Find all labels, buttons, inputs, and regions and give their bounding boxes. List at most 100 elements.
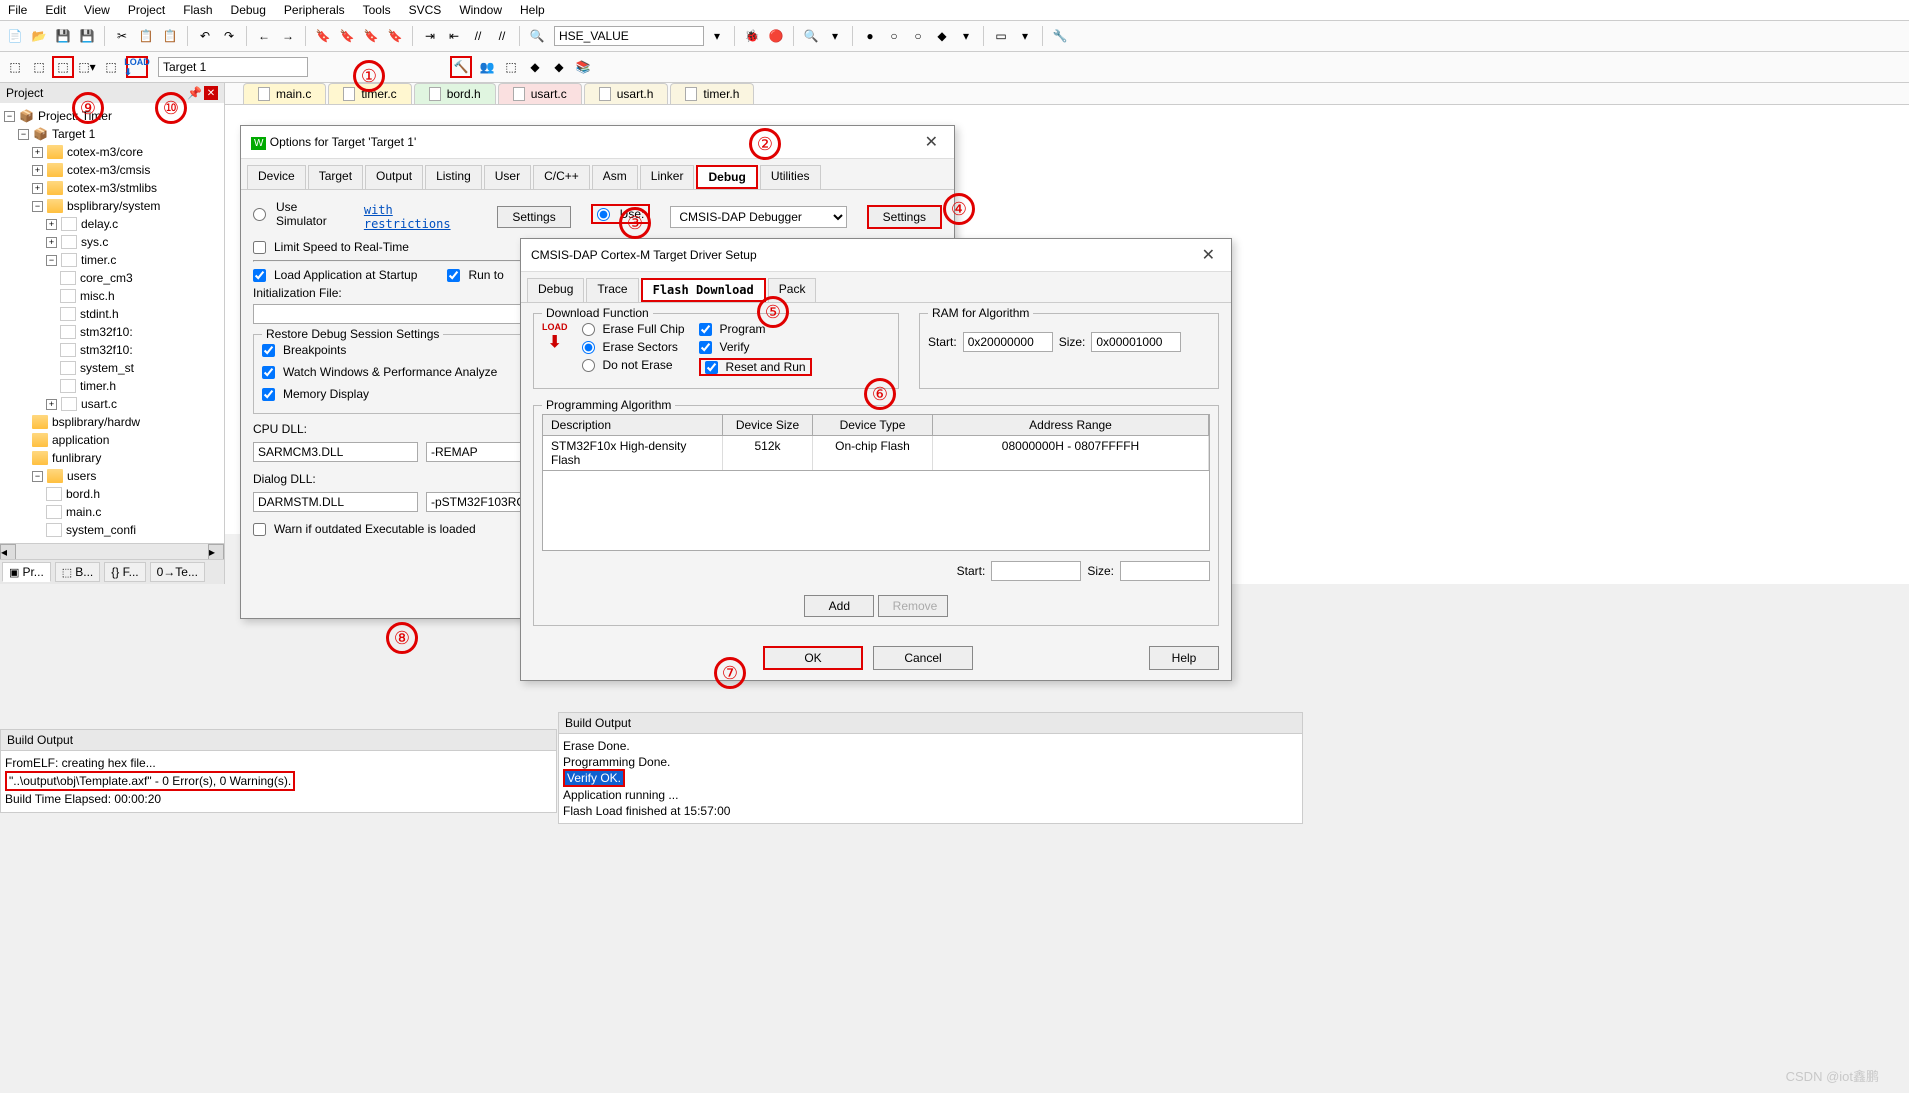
- project-tree[interactable]: −📦Project: Timer −📦Target 1 +cotex-m3/co…: [0, 103, 224, 543]
- batch-build-icon[interactable]: ⬚▾: [76, 56, 98, 78]
- pack-installer-icon[interactable]: ◆: [524, 56, 546, 78]
- tree-item[interactable]: stdint.h: [80, 307, 119, 321]
- options-icon[interactable]: 🔨: [450, 56, 472, 78]
- download-icon[interactable]: LOAD⬇: [126, 56, 148, 78]
- tree-item[interactable]: bord.h: [66, 487, 100, 501]
- menu-project[interactable]: Project: [128, 3, 165, 17]
- tree-item[interactable]: timer.h: [80, 379, 116, 393]
- tab-utilities[interactable]: Utilities: [760, 165, 821, 189]
- tree-item[interactable]: bsplibrary/system: [67, 199, 160, 213]
- find-next-icon[interactable]: ▾: [824, 25, 846, 47]
- search-input[interactable]: [554, 26, 704, 46]
- nav-fwd-icon[interactable]: →: [277, 25, 299, 47]
- menu-window[interactable]: Window: [459, 3, 502, 17]
- redo-icon[interactable]: ↷: [218, 25, 240, 47]
- add-button[interactable]: Add: [804, 595, 874, 617]
- outdent-icon[interactable]: ⇤: [443, 25, 465, 47]
- bookmark-icon[interactable]: 🔖: [312, 25, 334, 47]
- menu-help[interactable]: Help: [520, 3, 545, 17]
- tree-item[interactable]: system_confi: [66, 523, 136, 537]
- tree-item[interactable]: application: [52, 433, 109, 447]
- indent-icon[interactable]: ⇥: [419, 25, 441, 47]
- with-restrictions-link[interactable]: with restrictions: [364, 203, 477, 231]
- remove-button[interactable]: Remove: [878, 595, 948, 617]
- record-icon[interactable]: ●: [859, 25, 881, 47]
- tab-bord-h[interactable]: bord.h: [414, 83, 496, 104]
- tree-item[interactable]: stm32f10:: [80, 325, 133, 339]
- tab2-trace[interactable]: Trace: [586, 278, 638, 302]
- cut-icon[interactable]: ✂: [111, 25, 133, 47]
- algorithm-table-row[interactable]: STM32F10x High-density Flash 512k On-chi…: [542, 436, 1210, 471]
- tree-item[interactable]: core_cm3: [80, 271, 133, 285]
- config-icon[interactable]: 🔧: [1049, 25, 1071, 47]
- do-not-erase-radio[interactable]: Do not Erase: [582, 358, 685, 372]
- verify-check[interactable]: Verify: [699, 340, 812, 354]
- stop-build-icon[interactable]: ⬚: [100, 56, 122, 78]
- rebuild-icon[interactable]: ⬚: [52, 56, 74, 78]
- erase-full-radio[interactable]: Erase Full Chip: [582, 322, 685, 336]
- dialog2-help-button[interactable]: Help: [1149, 646, 1219, 670]
- step-icon[interactable]: ○: [907, 25, 929, 47]
- manage-rte-icon[interactable]: ⬚: [500, 56, 522, 78]
- dialog-dll-input[interactable]: [253, 492, 418, 512]
- btab-books[interactable]: ⬚ B...: [55, 562, 100, 582]
- tab-usart-h[interactable]: usart.h: [584, 83, 669, 104]
- tree-item[interactable]: bsplibrary/hardw: [52, 415, 140, 429]
- tree-item[interactable]: delay.c: [81, 217, 118, 231]
- menu-flash[interactable]: Flash: [183, 3, 212, 17]
- tree-item[interactable]: cotex-m3/core: [67, 145, 143, 159]
- uncomment-icon[interactable]: //: [491, 25, 513, 47]
- tab-listing[interactable]: Listing: [425, 165, 482, 189]
- tab-user[interactable]: User: [484, 165, 531, 189]
- tree-item[interactable]: system_st: [80, 361, 134, 375]
- tree-target[interactable]: Target 1: [52, 127, 95, 141]
- btab-templates[interactable]: 0→Te...: [150, 562, 205, 582]
- menu-svcs[interactable]: SVCS: [409, 3, 442, 17]
- panel-close-icon[interactable]: ✕: [204, 86, 218, 100]
- alg-start-input[interactable]: [991, 561, 1081, 581]
- dialog1-close-icon[interactable]: ✕: [919, 132, 944, 152]
- load-app-check[interactable]: Load Application at Startup: [253, 268, 417, 282]
- tree-item[interactable]: usart.c: [81, 397, 117, 411]
- stop-record-icon[interactable]: ○: [883, 25, 905, 47]
- bookmark-clear-icon[interactable]: 🔖: [384, 25, 406, 47]
- tab-usart-c[interactable]: usart.c: [498, 83, 582, 104]
- menu-view[interactable]: View: [84, 3, 110, 17]
- menu-debug[interactable]: Debug: [231, 3, 266, 17]
- tree-item[interactable]: stm32f10:: [80, 343, 133, 357]
- tab-cpp[interactable]: C/C++: [533, 165, 590, 189]
- debug-icon[interactable]: 🐞: [741, 25, 763, 47]
- translate-icon[interactable]: ⬚: [4, 56, 26, 78]
- bookmark-prev-icon[interactable]: 🔖: [336, 25, 358, 47]
- debugger-select[interactable]: CMSIS-DAP Debugger: [670, 206, 846, 228]
- save-icon[interactable]: 💾: [52, 25, 74, 47]
- tab-debug[interactable]: Debug: [696, 165, 757, 189]
- dialog2-close-icon[interactable]: ✕: [1196, 245, 1221, 265]
- manage-icon[interactable]: 👥: [476, 56, 498, 78]
- copy-icon[interactable]: 📋: [135, 25, 157, 47]
- bookmark-next-icon[interactable]: 🔖: [360, 25, 382, 47]
- tree-scrollbar[interactable]: ◂▸: [0, 543, 224, 559]
- find-in-files-icon[interactable]: 🔍: [526, 25, 548, 47]
- tree-item[interactable]: users: [67, 469, 96, 483]
- undo-icon[interactable]: ↶: [194, 25, 216, 47]
- tab-output[interactable]: Output: [365, 165, 423, 189]
- tab-linker[interactable]: Linker: [640, 165, 695, 189]
- target-select[interactable]: [158, 57, 308, 77]
- tab-device[interactable]: Device: [247, 165, 306, 189]
- nav-back-icon[interactable]: ←: [253, 25, 275, 47]
- open-icon[interactable]: 📂: [28, 25, 50, 47]
- tree-item[interactable]: sys.c: [81, 235, 108, 249]
- step-out-icon[interactable]: ▾: [955, 25, 977, 47]
- tab-main-c[interactable]: main.c: [243, 83, 326, 104]
- settings-sim-button[interactable]: Settings: [497, 206, 570, 228]
- tab-timer-h[interactable]: timer.h: [670, 83, 754, 104]
- erase-sectors-radio[interactable]: Erase Sectors: [582, 340, 685, 354]
- breakpoint-icon[interactable]: 🔴: [765, 25, 787, 47]
- menu-peripherals[interactable]: Peripherals: [284, 3, 345, 17]
- cpu-dll-input[interactable]: [253, 442, 418, 462]
- use-simulator-radio[interactable]: Use Simulator: [253, 200, 344, 228]
- step-over-icon[interactable]: ◆: [931, 25, 953, 47]
- menu-edit[interactable]: Edit: [45, 3, 66, 17]
- panel-pin-icon[interactable]: 📌: [187, 86, 202, 100]
